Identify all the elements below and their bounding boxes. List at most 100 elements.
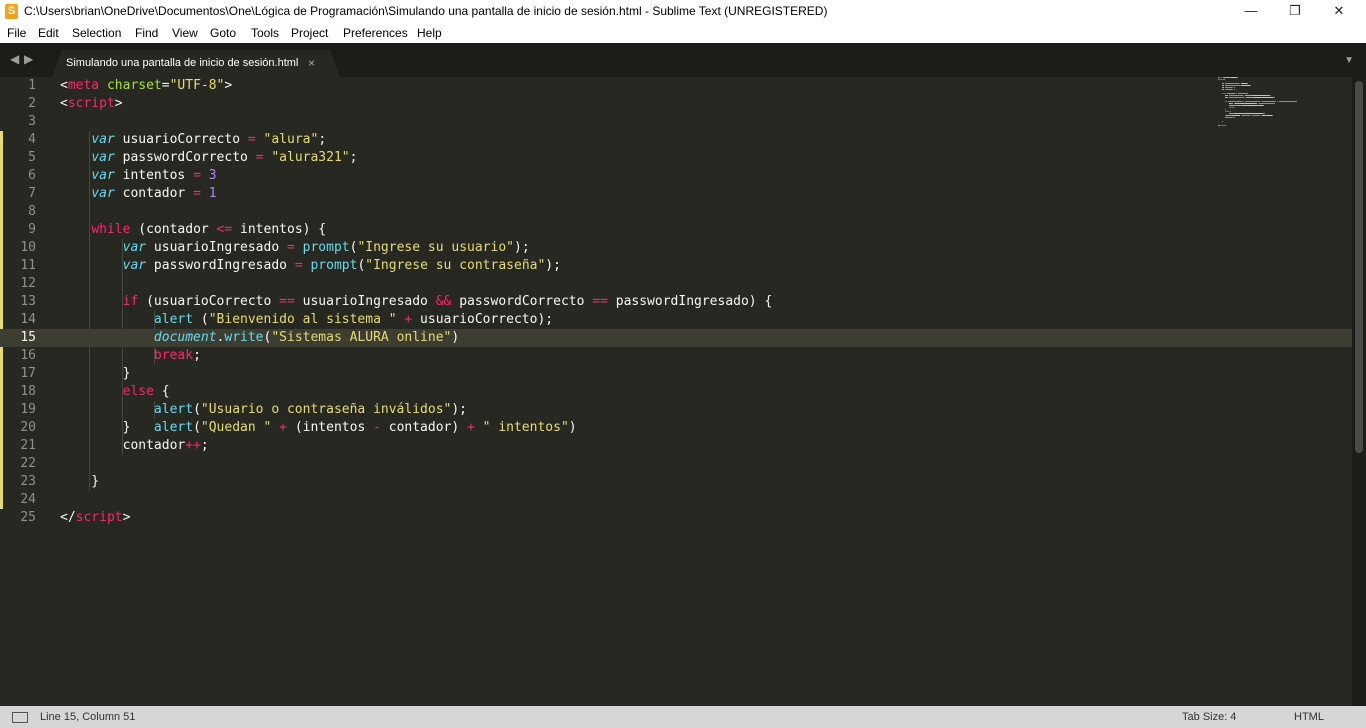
close-button[interactable]: ✕ (1316, 0, 1362, 23)
code-token: intentos (114, 168, 194, 183)
code-line[interactable]: 21 contador++; (0, 437, 1352, 455)
code-token: usuarioIngresado (294, 294, 436, 309)
code-line[interactable]: 22 (0, 455, 1352, 473)
code-token: ( (193, 420, 201, 435)
code-line[interactable]: 4 var usuarioCorrecto = "alura"; (0, 131, 1352, 149)
scrollbar-thumb[interactable] (1355, 81, 1363, 453)
code-line[interactable]: 1 <meta charset="UTF-8"> (0, 77, 1352, 95)
maximize-button[interactable]: ❐ (1272, 0, 1318, 23)
line-number: 18 (20, 384, 36, 399)
code-line[interactable]: 5 var passwordCorrecto = "alura321"; (0, 149, 1352, 167)
menu-help[interactable]: Help (417, 26, 442, 40)
code-token: "Usuario o contraseña inválidos" (200, 402, 452, 417)
line-number: 11 (20, 258, 36, 273)
code-line[interactable]: 11 var passwordIngresado = prompt("Ingre… (0, 257, 1352, 275)
tab-size[interactable]: Tab Size: 4 (1182, 711, 1236, 723)
code-line[interactable]: 25 </script> (0, 509, 1352, 527)
code-line[interactable]: 9 while (contador <= intentos) { (0, 221, 1352, 239)
code-token: while (91, 222, 131, 237)
code-text: alert("Usuario o contraseña inválidos"); (60, 401, 467, 419)
code-token: ; (318, 132, 327, 147)
tab-close-icon[interactable]: × (308, 56, 315, 70)
code-line[interactable]: 17 } (0, 365, 1352, 383)
code-line[interactable]: 13 if (usuarioCorrecto == usuarioIngresa… (0, 293, 1352, 311)
vertical-scrollbar[interactable] (1352, 77, 1366, 706)
menu-find[interactable]: Find (135, 26, 158, 40)
line-number: 19 (20, 402, 36, 417)
code-token: "alura" (263, 132, 319, 147)
code-token: ) (451, 330, 460, 345)
menu-file[interactable]: File (7, 26, 26, 40)
code-line[interactable]: 3 (0, 113, 1352, 131)
code-line[interactable]: 16 break; (0, 347, 1352, 365)
code-token: 3 (208, 168, 217, 183)
code-line[interactable]: 8 (0, 203, 1352, 221)
code-line[interactable]: 18 else { (0, 383, 1352, 401)
menu-selection[interactable]: Selection (72, 26, 121, 40)
menu-project[interactable]: Project (291, 26, 328, 40)
code-token: var (122, 240, 147, 255)
code-line[interactable]: 19 alert("Usuario o contraseña inválidos… (0, 401, 1352, 419)
code-editor[interactable]: 1 <meta charset="UTF-8"> 2 <script> 3 4 var u… (0, 77, 1352, 706)
code-text: var usuarioIngresado = prompt("Ingrese s… (60, 239, 530, 257)
code-token: > (114, 96, 123, 111)
code-token: } (60, 366, 131, 381)
code-token: < (60, 78, 68, 93)
code-token: == (592, 294, 608, 309)
tab-file[interactable]: Simulando una pantalla de inicio de sesi… (52, 50, 340, 77)
menu-preferences[interactable]: Preferences (343, 26, 408, 40)
code-line[interactable]: 12 (0, 275, 1352, 293)
code-text: contador++; (60, 437, 209, 455)
code-token: usuarioCorrecto); (412, 312, 554, 327)
code-token: usuarioIngresado (146, 240, 287, 255)
line-number: 4 (28, 132, 36, 147)
menu-edit[interactable]: Edit (38, 26, 59, 40)
code-line[interactable]: 15 document.write("Sistemas ALURA online… (0, 329, 1352, 347)
line-number: 15 (20, 330, 36, 345)
code-line[interactable]: 23 } (0, 473, 1352, 491)
code-line[interactable]: 24 (0, 491, 1352, 509)
syntax-mode[interactable]: HTML (1294, 711, 1324, 723)
code-token: (usuarioCorrecto (138, 294, 280, 309)
menu-goto[interactable]: Goto (210, 26, 236, 40)
line-number: 9 (28, 222, 36, 237)
code-text: var usuarioCorrecto = "alura"; (60, 131, 326, 149)
code-token: contador (60, 438, 186, 453)
code-token: + (279, 420, 287, 435)
code-token: " intentos" (482, 420, 569, 435)
code-token: "Ingrese su usuario" (357, 240, 514, 255)
menu-view[interactable]: View (172, 26, 198, 40)
panel-toggle-icon[interactable] (12, 712, 28, 723)
code-token: ); (451, 402, 467, 417)
code-token: contador) (380, 420, 468, 435)
code-line[interactable]: 14 alert ("Bienvenido al sistema " + usu… (0, 311, 1352, 329)
code-token: 1 (208, 186, 217, 201)
code-line[interactable]: 7 var contador = 1 (0, 185, 1352, 203)
code-token: ); (545, 258, 561, 273)
code-line[interactable]: 2 <script> (0, 95, 1352, 113)
code-line[interactable]: 10 var usuarioIngresado = prompt("Ingres… (0, 239, 1352, 257)
code-token: passwordIngresado) { (607, 294, 773, 309)
minimize-button[interactable]: — (1228, 0, 1274, 23)
line-number: 23 (20, 474, 36, 489)
code-token: ) (568, 420, 577, 435)
code-text: var passwordCorrecto = "alura321"; (60, 149, 357, 167)
tab-next-icon[interactable]: ▶ (24, 52, 33, 66)
code-line[interactable]: 6 var intentos = 3 (0, 167, 1352, 185)
tab-dropdown-icon[interactable]: ▼ (1344, 55, 1354, 66)
code-token: ( (193, 312, 209, 327)
tab-bar: ◀ ▶ Simulando una pantalla de inicio de … (0, 43, 1366, 77)
code-token: else (122, 384, 154, 399)
menu-tools[interactable]: Tools (251, 26, 279, 40)
code-line[interactable]: 20 } alert("Quedan " + (intentos - conta… (0, 419, 1352, 437)
menu-bar: File Edit Selection Find View Goto Tools… (0, 23, 1366, 43)
tab-prev-icon[interactable]: ◀ (10, 52, 19, 66)
cursor-position[interactable]: Line 15, Column 51 (40, 711, 135, 723)
